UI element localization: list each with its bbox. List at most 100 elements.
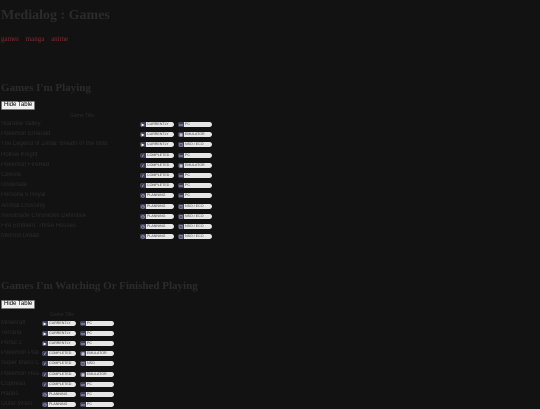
table-row: Portal 2 ▶ CURRENTLY ▭ PC — [0, 340, 540, 348]
table-row: Super Mario Odyssey✓COMPLETED ◫NSO — [0, 360, 540, 368]
platform-badge-label: PC — [87, 381, 92, 386]
platform-badge-label: NSO / ECO — [185, 224, 204, 228]
status-badge-label: COMPLETED — [147, 183, 170, 188]
platform-badge: ◫ NSO / ECO — [178, 213, 212, 219]
status-badge: ◷ PLANNING — [140, 203, 174, 209]
section-title-playing: Games I'm Playing — [1, 82, 91, 94]
table-row: Terraria ▶ CURRENTLY ▭ PC — [0, 330, 540, 338]
table-row: Pokemon Platinum✓COMPLETED ▦EMULATOR — [0, 350, 540, 358]
status-badge: ◷ PLANNING — [42, 401, 76, 407]
table-row: Pokemon FireRed ✓ COMPLETED ▦ EMULATOR — [0, 162, 540, 170]
game-title: Celeste — [1, 172, 22, 178]
game-title: Fire Emblem: Three Houses — [1, 223, 76, 229]
table-row: Hollow Knight ✓ COMPLETED ▭ PC — [0, 152, 540, 160]
table-row: Xenoblade Chronicles Definitive ◷ PLANNING… — [0, 213, 540, 221]
status-badge-label: PLANNING — [147, 213, 166, 218]
status-badge: ✓ COMPLETED — [140, 183, 174, 189]
table-row: Celeste ✓ COMPLETED ▭ PC — [0, 172, 540, 180]
platform-badge: ▭ PC — [178, 193, 212, 199]
section-title-watching: Games I'm Watching Or Finished Playing — [1, 280, 198, 292]
nav-link-games[interactable]: games — [1, 35, 19, 43]
status-badge-label: COMPLETED — [147, 162, 170, 167]
platform-badge: ▭ PC — [178, 122, 212, 127]
platform-badge-label: EMULATOR — [87, 371, 107, 376]
game-title: Minecraft — [1, 320, 26, 326]
table-row: Cuphead ✓ COMPLETED ▭ PC — [0, 381, 540, 389]
hide-table-button-playing[interactable]: Hide Table — [1, 101, 36, 110]
game-title: Xenoblade Chronicles Definitive — [1, 212, 87, 219]
platform-badge: ▭ PC — [80, 401, 114, 407]
game-title: Hollow Knight — [1, 151, 38, 158]
column-header-watching: Game Title — [50, 312, 75, 318]
game-title: Hades — [1, 390, 19, 397]
game-title: Persona 5 Royal — [1, 192, 46, 199]
platform-badge: ▭ PC — [80, 321, 114, 326]
page-title: Medialog : Games — [1, 8, 110, 23]
status-badge-label: PLANNING — [147, 234, 166, 239]
platform-badge: ▦ EMULATOR — [80, 371, 114, 377]
table-row: Minecraft ▶ CURRENTLY ▭ PC — [0, 320, 540, 328]
platform-badge-label: NSO / ECO — [185, 142, 204, 147]
status-badge: ▶ CURRENTLY — [140, 132, 174, 138]
platform-badge-label: PC — [185, 122, 190, 126]
status-badge: ✓ COMPLETED — [140, 162, 174, 168]
platform-badge-label: PC — [185, 193, 190, 198]
status-badge: ✓ COMPLETED — [42, 351, 76, 357]
status-badge-label: COMPLETED — [49, 361, 72, 366]
table-row: Pokemon Emerald ▶ CURRENTLY ▦ EMULATOR — [0, 131, 540, 139]
status-badge: ◷ PLANNING — [140, 234, 174, 240]
platform-badge: ▦ EMULATOR — [178, 132, 212, 138]
status-badge-label: CURRENTLY — [49, 321, 71, 325]
platform-badge-label: PC — [87, 341, 92, 346]
hide-table-button-watching[interactable]: Hide Table — [1, 300, 36, 309]
status-badge: ▶ CURRENTLY — [42, 341, 76, 347]
table-row: Fire Emblem: Three Houses ◷ PLANNING ◫ NSO /… — [0, 223, 540, 231]
table-row: Hades ◷ PLANNING ▭ PC — [0, 391, 540, 399]
platform-badge: ▭ PC — [80, 381, 114, 387]
platform-badge: ▭ PC — [80, 341, 114, 347]
status-badge-label: PLANNING — [49, 401, 68, 406]
platform-badge: ▭ PC — [178, 183, 212, 189]
status-badge-label: PLANNING — [147, 224, 166, 228]
game-title: Stardew Valley — [1, 121, 41, 127]
game-title: Pokemon HeartGold — [1, 370, 39, 377]
game-title: Outer Wilds — [1, 400, 33, 407]
game-title: Pokemon Emerald — [1, 131, 51, 138]
platform-badge: ◫ NSO / ECO — [178, 142, 212, 148]
game-title: Terraria — [1, 330, 22, 337]
status-badge-label: COMPLETED — [49, 351, 72, 356]
status-badge: ✓ COMPLETED — [42, 381, 76, 387]
table-row: Metroid Dread ◷ PLANNING ◫ NSO / ECO — [0, 233, 540, 241]
platform-badge: ◫ NSO — [80, 361, 114, 367]
platform-badge-label: EMULATOR — [87, 351, 107, 356]
status-badge: ◷ PLANNING — [140, 224, 174, 229]
game-title: Super Mario Odyssey — [1, 360, 39, 367]
game-title: Metroid Dread — [1, 233, 40, 240]
status-badge: ◷ PLANNING — [42, 391, 76, 397]
game-title: The Legend of Zelda: Breath of the Wild — [1, 141, 108, 148]
table-row: The Legend of Zelda: Breath of the Wild ▶… — [0, 141, 540, 149]
status-badge: ✓ COMPLETED — [42, 371, 76, 377]
status-badge-label: CURRENTLY — [147, 132, 169, 137]
platform-badge: ▭ PC — [178, 152, 212, 158]
platform-badge: ◫ NSO / ECO — [178, 203, 212, 209]
nav-link-anime[interactable]: anime — [51, 35, 68, 43]
platform-badge-label: PC — [185, 152, 190, 157]
table-row: Animal Crossing ◷ PLANNING ◫ NSO / ECO — [0, 203, 540, 211]
platform-badge-label: PC — [185, 173, 190, 177]
status-badge-label: PLANNING — [147, 203, 166, 208]
platform-badge-label: EMULATOR — [185, 132, 205, 137]
platform-badge-label: PC — [87, 401, 92, 406]
platform-badge-label: NSO — [87, 361, 95, 366]
platform-badge: ▦ EMULATOR — [178, 162, 212, 168]
status-badge-label: PLANNING — [49, 391, 68, 396]
platform-badge-label: PC — [87, 331, 92, 336]
status-badge: ▶ CURRENTLY — [140, 122, 174, 127]
nav-link-manga[interactable]: manga — [26, 35, 45, 43]
game-title: Cuphead — [1, 380, 26, 387]
status-badge: ◷ PLANNING — [140, 213, 174, 219]
game-title: Portal 2 — [1, 340, 22, 347]
status-badge-label: COMPLETED — [147, 152, 170, 157]
status-badge-label: COMPLETED — [147, 173, 170, 177]
status-badge-label: CURRENTLY — [147, 142, 169, 147]
